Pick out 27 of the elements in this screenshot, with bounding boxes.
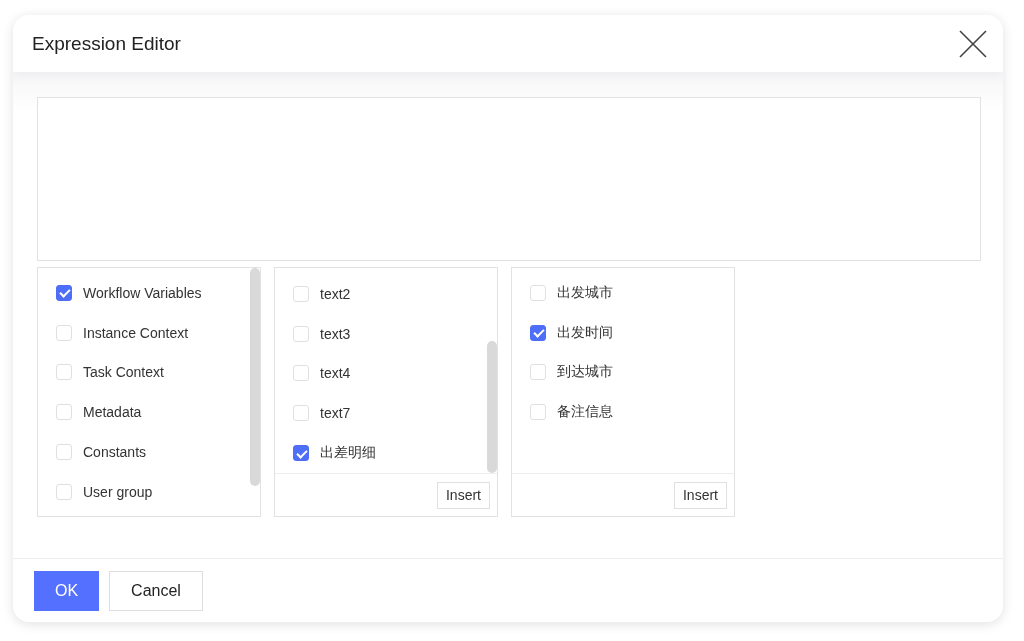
checkbox-label: 出差明细 <box>320 444 376 463</box>
checkbox-label: text4 <box>320 365 351 382</box>
ok-button[interactable]: OK <box>34 570 99 611</box>
scrollbar-thumb[interactable] <box>250 268 260 486</box>
scrollbar-thumb[interactable] <box>487 341 497 473</box>
expression-field[interactable] <box>37 97 981 261</box>
checkbox[interactable] <box>530 324 546 341</box>
checkbox-label: 出发城市 <box>557 283 613 302</box>
checkbox-label: Task Context <box>83 364 164 381</box>
checkbox[interactable] <box>293 445 309 462</box>
checkbox-label: Instance Context <box>83 324 189 341</box>
checkbox-label: 出发时间 <box>557 323 613 342</box>
checkbox-label: Workflow Variables <box>83 284 202 301</box>
checkbox[interactable] <box>56 284 72 301</box>
dialog-title: Expression Editor <box>32 32 181 55</box>
checkbox-label: User group <box>83 483 153 500</box>
insert-button[interactable]: Insert <box>437 481 490 509</box>
close-icon[interactable] <box>959 29 987 58</box>
checkbox-label: 到达城市 <box>557 363 613 382</box>
checkbox-label: text2 <box>320 285 351 302</box>
checkbox-label: Metadata <box>83 404 142 421</box>
checkbox-label: Constants <box>83 444 147 461</box>
insert-button[interactable]: Insert <box>674 481 727 509</box>
cancel-button[interactable]: Cancel <box>109 570 203 611</box>
checkbox-label: text3 <box>320 325 351 342</box>
checkbox-label: text7 <box>320 405 351 422</box>
checkbox-label: 备注信息 <box>557 403 613 422</box>
